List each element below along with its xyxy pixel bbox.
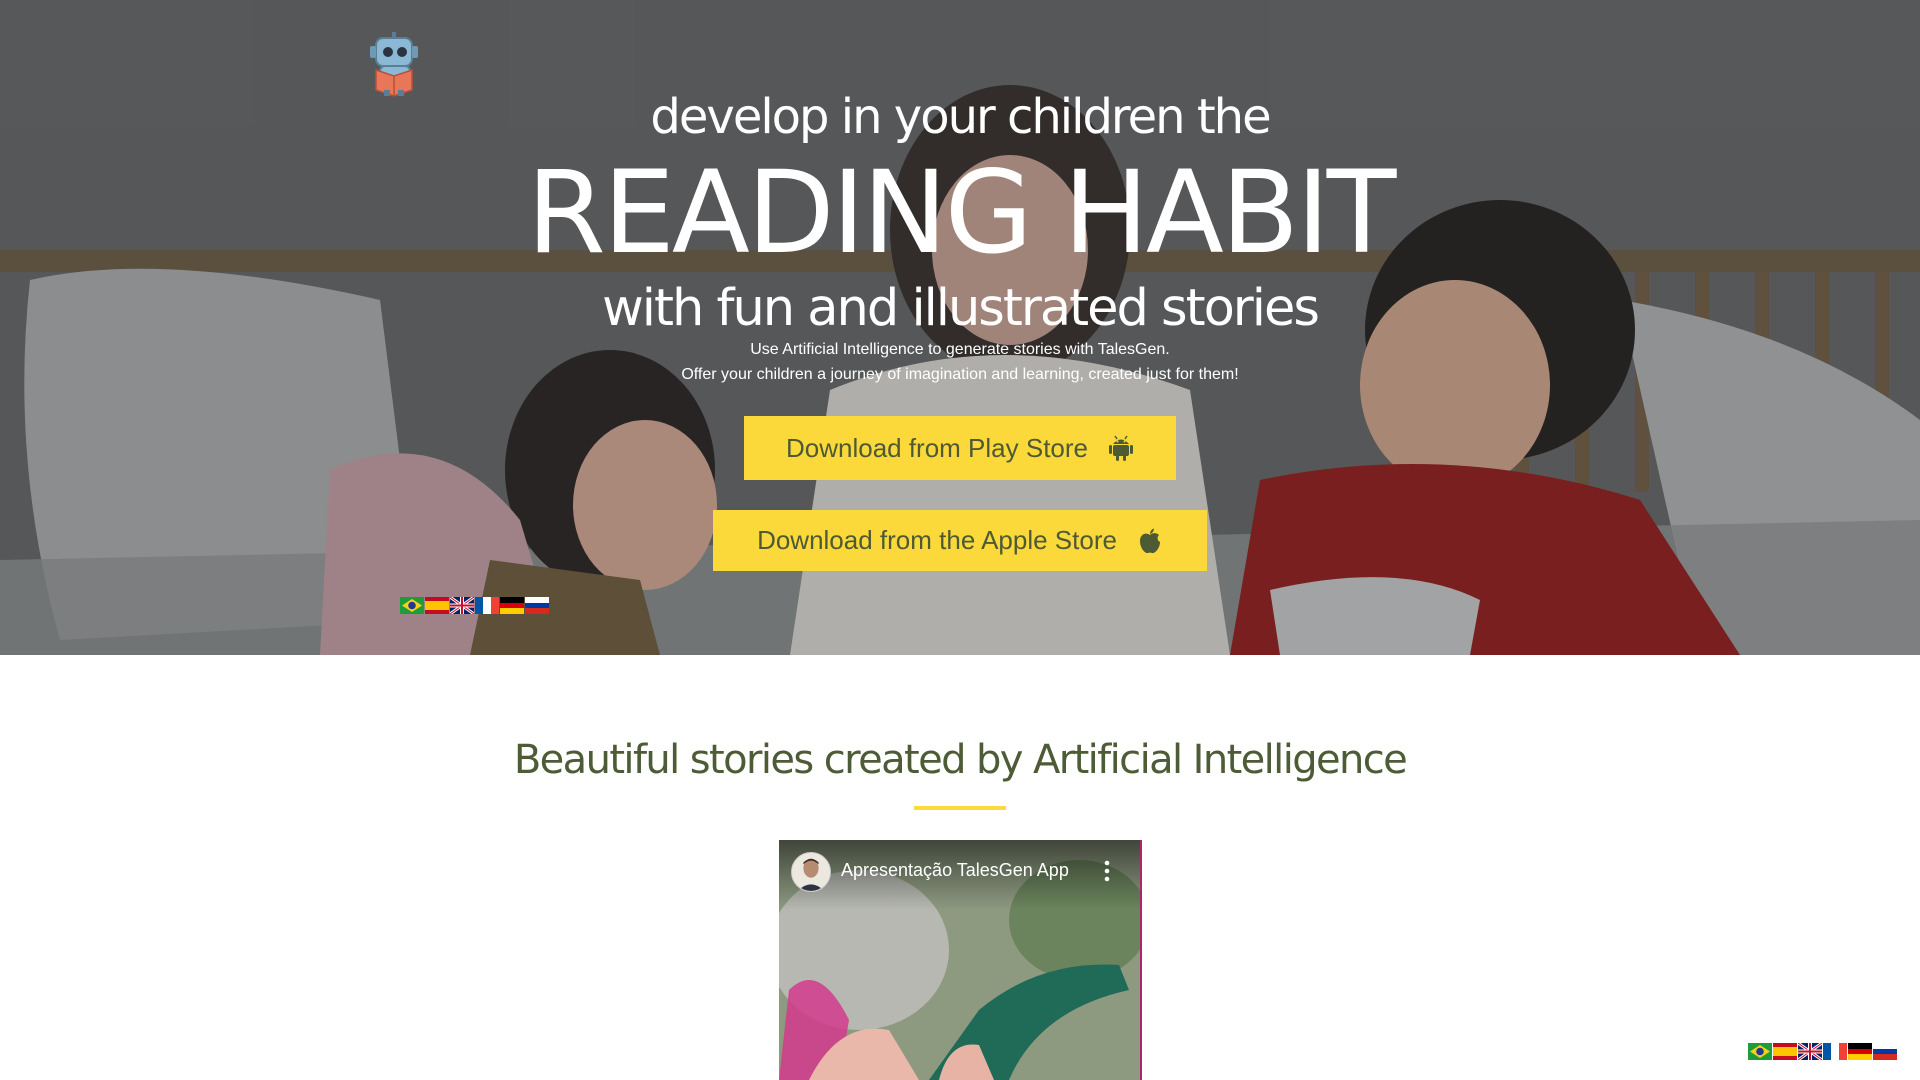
more-options-icon[interactable] (1104, 860, 1110, 882)
hero-section: develop in your children the READING HAB… (0, 0, 1920, 655)
play-store-label: Download from Play Store (785, 432, 1089, 463)
hero-kicker: develop in your children the (650, 89, 1271, 145)
tagline-line-2: Offer your children a journey of imagina… (681, 366, 1239, 383)
tagline-line-1: Use Artificial Intelligence to generate … (750, 341, 1170, 358)
apple-icon (1139, 528, 1160, 553)
flag-uk-icon[interactable] (1798, 1043, 1822, 1060)
hero-tagline: Use Artificial Intelligence to generate … (0, 337, 1920, 387)
flag-france-icon[interactable] (1823, 1043, 1847, 1060)
flag-uk-icon[interactable] (450, 597, 474, 614)
flag-brazil-icon[interactable] (1748, 1043, 1772, 1060)
flag-russia-icon[interactable] (1873, 1043, 1897, 1060)
flag-germany-icon[interactable] (500, 597, 524, 614)
language-selector-floating (1748, 1043, 1897, 1060)
channel-avatar[interactable] (791, 852, 831, 892)
play-store-download-button[interactable]: Download from Play Store (744, 416, 1176, 480)
hero-headline: READING HABIT (526, 146, 1397, 279)
section-title-underline (914, 806, 1006, 810)
flag-russia-icon[interactable] (525, 597, 549, 614)
video-player[interactable]: Apresentação TalesGen App (779, 840, 1142, 1080)
section-title: Beautiful stories created by Artificial … (513, 737, 1408, 783)
flag-france-icon[interactable] (475, 597, 499, 614)
flag-spain-icon[interactable] (1773, 1043, 1797, 1060)
flag-spain-icon[interactable] (425, 597, 449, 614)
language-selector (400, 597, 549, 614)
apple-store-label: Download from the Apple Store (757, 525, 1117, 555)
apple-store-download-button[interactable]: Download from the Apple Store (713, 510, 1207, 571)
flag-germany-icon[interactable] (1848, 1043, 1872, 1060)
video-title[interactable]: Apresentação TalesGen App (841, 860, 1069, 881)
hero-subhead: with fun and illustrated stories (602, 279, 1320, 338)
flag-brazil-icon[interactable] (400, 597, 424, 614)
android-icon (1109, 435, 1134, 461)
